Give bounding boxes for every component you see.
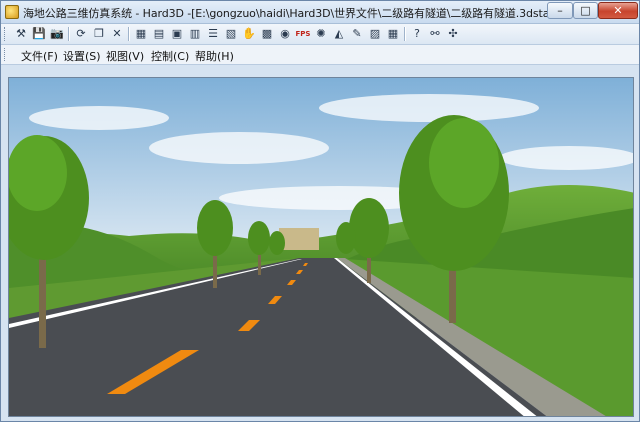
- menu-settings[interactable]: 设置(S): [61, 47, 103, 65]
- fps-icon[interactable]: FPS: [295, 26, 311, 42]
- network-icon[interactable]: ✣: [445, 26, 461, 42]
- distant-building: [279, 228, 319, 250]
- tools-icon[interactable]: ⚒: [13, 26, 29, 42]
- help-icon[interactable]: ?: [409, 26, 425, 42]
- view-icon[interactable]: ◭: [331, 26, 347, 42]
- menu-file[interactable]: 文件(F): [19, 47, 60, 65]
- menu-control[interactable]: 控制(C): [149, 47, 191, 65]
- camera-icon[interactable]: 📷: [49, 26, 65, 42]
- menubar-grip[interactable]: [4, 48, 8, 61]
- grid-icon[interactable]: ▦: [133, 26, 149, 42]
- road-icon[interactable]: ☰: [205, 26, 221, 42]
- minimize-button[interactable]: –: [547, 2, 573, 19]
- film-icon[interactable]: ▦: [385, 26, 401, 42]
- refresh-icon[interactable]: ⟳: [73, 26, 89, 42]
- record-icon[interactable]: ◉: [277, 26, 293, 42]
- close-button[interactable]: ✕: [598, 2, 638, 19]
- save-icon[interactable]: 💾: [31, 26, 47, 42]
- scene-icon[interactable]: ▧: [223, 26, 239, 42]
- hand-icon[interactable]: ✋: [241, 26, 257, 42]
- binoculars-icon[interactable]: ⚯: [427, 26, 443, 42]
- lighting-icon[interactable]: ✺: [313, 26, 329, 42]
- app-icon: [5, 5, 19, 19]
- app-window: 海地公路三维仿真系统 - Hard3D -[E:\gongzuo\haidi\H…: [0, 0, 640, 422]
- toolbar-separator: [404, 27, 406, 41]
- chart-icon[interactable]: ▥: [187, 26, 203, 42]
- note-icon[interactable]: ✎: [349, 26, 365, 42]
- toolbar: ⚒ 💾 📷 ⟳ ❐ ✕ ▦ ▤ ▣ ▥ ☰ ▧ ✋ ▩ ◉ FPS ✺ ◭ ✎ ▨ ▦? ⚯ ✣: [1, 24, 639, 45]
- delete-icon[interactable]: ✕: [109, 26, 125, 42]
- document-icon[interactable]: ▤: [151, 26, 167, 42]
- copy-icon[interactable]: ❐: [91, 26, 107, 42]
- title-bar[interactable]: 海地公路三维仿真系统 - Hard3D -[E:\gongzuo\haidi\H…: [1, 1, 639, 24]
- landscape-icon[interactable]: ▩: [259, 26, 275, 42]
- toolbar-separator: [68, 27, 70, 41]
- menu-view[interactable]: 视图(V): [104, 47, 146, 65]
- color-icon[interactable]: ▨: [367, 26, 383, 42]
- window-title: 海地公路三维仿真系统 - Hard3D -[E:\gongzuo\haidi\H…: [23, 7, 565, 20]
- menu-bar: 文件(F) 设置(S) 视图(V) 控制(C) 帮助(H): [1, 45, 639, 65]
- menu-help[interactable]: 帮助(H): [193, 47, 236, 65]
- maximize-button[interactable]: □: [573, 2, 598, 19]
- 3d-viewport[interactable]: [8, 77, 634, 417]
- toolbar-grip[interactable]: [4, 27, 8, 41]
- preview-icon[interactable]: ▣: [169, 26, 185, 42]
- toolbar-separator: [128, 27, 130, 41]
